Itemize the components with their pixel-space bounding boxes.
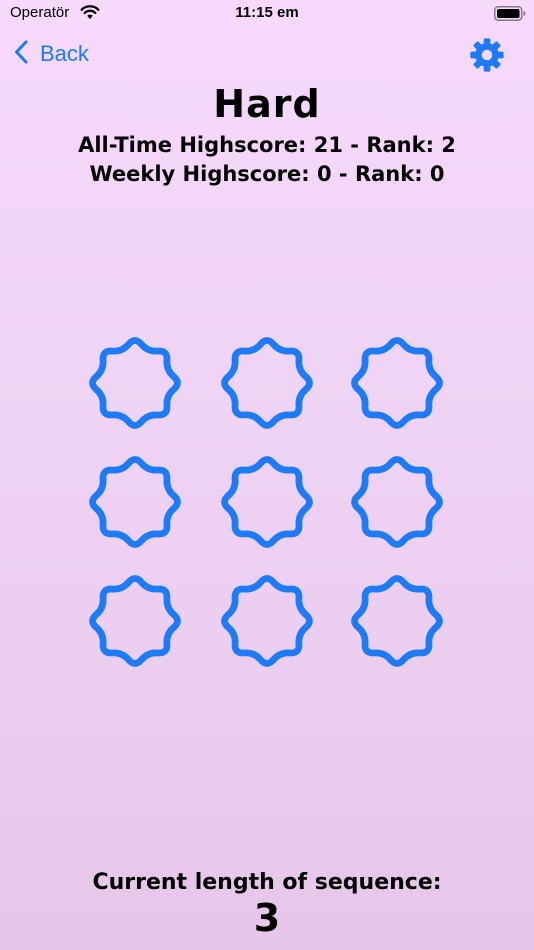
weekly-highscore: Weekly Highscore: 0 - Rank: 0 <box>89 162 445 186</box>
star-tile[interactable] <box>82 449 188 555</box>
sequence-length-value: 3 <box>253 896 281 940</box>
settings-button[interactable] <box>468 36 506 78</box>
star-outline-icon <box>221 456 313 548</box>
navigation-bar: Back <box>0 30 534 80</box>
status-time: 11:15 em <box>235 4 299 21</box>
star-outline-icon <box>89 575 181 667</box>
star-outline-icon <box>351 575 443 667</box>
star-tile[interactable] <box>82 568 188 674</box>
star-tile[interactable] <box>344 449 450 555</box>
battery-icon <box>494 6 526 25</box>
difficulty-title: Hard <box>213 82 321 126</box>
gear-icon <box>468 38 506 78</box>
status-bar: Operatör 11:15 em <box>0 0 534 30</box>
star-outline-icon <box>89 456 181 548</box>
star-outline-icon <box>221 337 313 429</box>
all-time-highscore: All-Time Highscore: 21 - Rank: 2 <box>78 133 456 157</box>
star-tile[interactable] <box>344 330 450 436</box>
star-outline-icon <box>351 337 443 429</box>
star-outline-icon <box>89 337 181 429</box>
sequence-length-label: Current length of sequence: <box>92 870 442 895</box>
star-tile[interactable] <box>214 449 320 555</box>
star-outline-icon <box>221 575 313 667</box>
back-label: Back <box>40 41 89 66</box>
chevron-left-icon <box>14 40 28 68</box>
back-button[interactable]: Back <box>14 40 89 68</box>
star-tile[interactable] <box>214 330 320 436</box>
star-tile[interactable] <box>344 568 450 674</box>
star-outline-icon <box>351 456 443 548</box>
star-tile[interactable] <box>214 568 320 674</box>
tile-grid <box>82 330 452 674</box>
star-tile[interactable] <box>82 330 188 436</box>
